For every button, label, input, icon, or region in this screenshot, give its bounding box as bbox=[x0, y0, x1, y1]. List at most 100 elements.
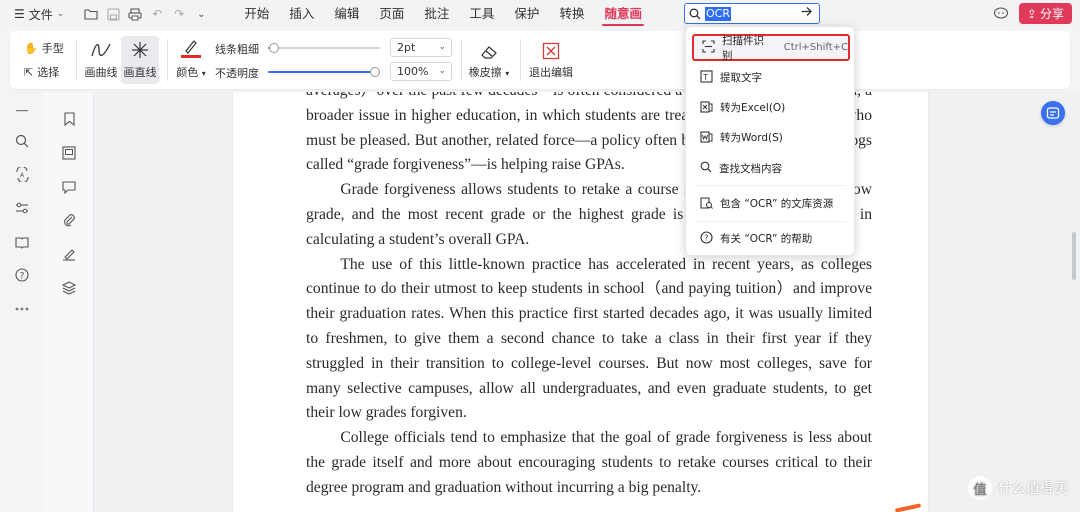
tab-tools[interactable]: 工具 bbox=[459, 0, 504, 28]
menu-item-shortcut: Ctrl+Shift+C bbox=[783, 42, 848, 53]
share-label: 分享 bbox=[1039, 7, 1064, 21]
line-width-select[interactable]: 2pt ⌄ bbox=[390, 38, 452, 57]
opacity-select[interactable]: 100% ⌄ bbox=[390, 62, 452, 81]
sliders-icon[interactable] bbox=[13, 199, 31, 217]
hamburger-icon: ☰ bbox=[14, 7, 25, 21]
tab-home[interactable]: 开始 bbox=[234, 0, 279, 28]
share-button[interactable]: ⇪ 分享 bbox=[1018, 3, 1072, 24]
line-width-slider[interactable] bbox=[268, 43, 380, 53]
menu-divider bbox=[696, 185, 846, 186]
search-suggestion-dropdown: 扫描件识别 Ctrl+Shift+C T 提取文字 转为Excel(O) 转为W… bbox=[685, 26, 855, 256]
comment-icon[interactable] bbox=[60, 178, 78, 196]
share-icon: ⇪ bbox=[1026, 6, 1037, 21]
arrow-right-icon[interactable] bbox=[800, 5, 813, 21]
undo-icon[interactable]: ↶ bbox=[146, 3, 168, 25]
tab-protect[interactable]: 保护 bbox=[504, 0, 549, 28]
cloud-sync-icon[interactable] bbox=[993, 5, 1009, 22]
draw-line-label: 画直线 bbox=[123, 66, 157, 79]
search-icon bbox=[700, 161, 712, 176]
opacity-slider[interactable] bbox=[268, 67, 380, 77]
menu-item-label: 转为Word(S) bbox=[720, 132, 783, 144]
menu-item-label: 查找文档内容 bbox=[719, 163, 782, 175]
search-icon bbox=[685, 8, 705, 20]
chevron-down-icon: ⌄ bbox=[438, 66, 446, 76]
save-icon[interactable] bbox=[102, 3, 124, 25]
file-menu-label: 文件 bbox=[28, 7, 53, 22]
chevron-down-icon: ⌄ bbox=[438, 42, 446, 52]
select-tool-label: 选择 bbox=[37, 66, 60, 79]
svg-text:?: ? bbox=[20, 271, 25, 281]
line-width-label: 线条粗细 bbox=[215, 43, 259, 56]
svg-text:A: A bbox=[20, 172, 25, 179]
attachment-icon[interactable] bbox=[60, 211, 78, 229]
redo-icon[interactable]: ↷ bbox=[168, 3, 190, 25]
print-icon[interactable] bbox=[124, 3, 146, 25]
scan-recognition-menu-item[interactable]: 扫描件识别 Ctrl+Shift+C bbox=[692, 34, 850, 62]
more-icon[interactable] bbox=[13, 300, 31, 318]
translate-icon[interactable]: A bbox=[13, 165, 31, 183]
minus-icon[interactable] bbox=[13, 102, 31, 120]
eraser-label: 橡皮擦 ▾ bbox=[468, 66, 510, 79]
extract-text-menu-item[interactable]: T 提取文字 bbox=[692, 64, 850, 91]
color-picker-button[interactable]: 颜色 ▾ bbox=[172, 36, 210, 84]
search-input[interactable]: OCR bbox=[705, 7, 731, 21]
menu-item-label: 提取文字 bbox=[720, 72, 762, 84]
ai-assistant-icon[interactable] bbox=[1041, 101, 1065, 125]
menu-item-label: 包含 “OCR” 的文库资源 bbox=[720, 198, 834, 210]
hand-icon: ✋ bbox=[24, 41, 38, 55]
eraser-icon bbox=[480, 36, 498, 60]
chevron-down-icon[interactable]: ⌄ bbox=[190, 3, 212, 25]
draw-line-button[interactable]: 画直线 bbox=[121, 36, 159, 84]
watermark-logo-icon: 值 bbox=[968, 476, 992, 500]
book-icon[interactable] bbox=[13, 233, 31, 251]
eraser-button[interactable]: 橡皮擦 ▾ bbox=[466, 36, 512, 84]
line-icon bbox=[130, 36, 150, 60]
line-width-value: 2pt bbox=[397, 41, 416, 54]
divider bbox=[520, 39, 521, 81]
convert-word-menu-item[interactable]: 转为Word(S) bbox=[692, 124, 850, 151]
select-tool-button[interactable]: ⇱ 选择 bbox=[24, 64, 59, 80]
help-menu-item[interactable]: ? 有关 “OCR” 的帮助 bbox=[692, 225, 850, 252]
menu-divider bbox=[696, 221, 846, 222]
hand-tool-label: 手型 bbox=[41, 42, 64, 55]
search-icon[interactable] bbox=[13, 132, 31, 150]
divider bbox=[167, 39, 168, 81]
signature-icon[interactable] bbox=[60, 245, 78, 263]
tab-edit[interactable]: 编辑 bbox=[324, 0, 369, 28]
word-icon bbox=[700, 130, 713, 146]
help-icon: ? bbox=[700, 230, 713, 247]
watermark: 值 什么值得买 bbox=[968, 476, 1068, 500]
search-box[interactable]: OCR bbox=[684, 3, 820, 24]
hand-tool-button[interactable]: ✋ 手型 bbox=[24, 40, 64, 56]
library-resources-menu-item[interactable]: 包含 “OCR” 的文库资源 bbox=[692, 190, 850, 217]
tab-convert[interactable]: 转换 bbox=[549, 0, 594, 28]
find-in-document-menu-item[interactable]: 查找文档内容 bbox=[692, 155, 850, 182]
bookmark-icon[interactable] bbox=[60, 110, 78, 128]
open-folder-icon[interactable] bbox=[80, 3, 102, 25]
file-menu-button[interactable]: ☰ 文件 ⌄ bbox=[8, 3, 70, 25]
tab-page[interactable]: 页面 bbox=[369, 0, 414, 28]
convert-excel-menu-item[interactable]: 转为Excel(O) bbox=[692, 94, 850, 121]
opacity-slider-knob[interactable] bbox=[370, 67, 380, 77]
curve-icon bbox=[90, 36, 112, 60]
divider bbox=[76, 39, 77, 81]
tab-insert[interactable]: 插入 bbox=[279, 0, 324, 28]
exit-edit-button[interactable]: 退出编辑 bbox=[526, 36, 576, 84]
tab-annotate[interactable]: 批注 bbox=[414, 0, 459, 28]
thumbnail-icon[interactable] bbox=[60, 144, 78, 162]
menu-item-label: 有关 “OCR” 的帮助 bbox=[720, 233, 813, 245]
menu-item-label: 转为Excel(O) bbox=[720, 102, 786, 114]
scan-icon bbox=[702, 39, 715, 56]
help-icon[interactable]: ? bbox=[13, 266, 31, 284]
draw-curve-button[interactable]: 画曲线 bbox=[82, 36, 120, 84]
vertical-scrollbar[interactable] bbox=[1072, 232, 1076, 280]
menu-item-label: 扫描件识别 bbox=[722, 34, 764, 62]
opacity-label: 不透明度 bbox=[215, 67, 259, 80]
layers-icon[interactable] bbox=[60, 279, 78, 297]
svg-text:?: ? bbox=[704, 233, 708, 242]
tab-freehand-draw[interactable]: 随意画 bbox=[594, 0, 652, 28]
document-canvas[interactable]: averages）over the past few decades—is of… bbox=[95, 92, 1080, 512]
line-width-slider-knob[interactable] bbox=[269, 43, 279, 53]
top-menu-bar: ☰ 文件 ⌄ ↶ ↷ ⌄ 开始 插入 编辑 页面 批注 工具 保护 转换 随意画… bbox=[0, 0, 1080, 28]
pen-color-icon bbox=[181, 36, 201, 60]
